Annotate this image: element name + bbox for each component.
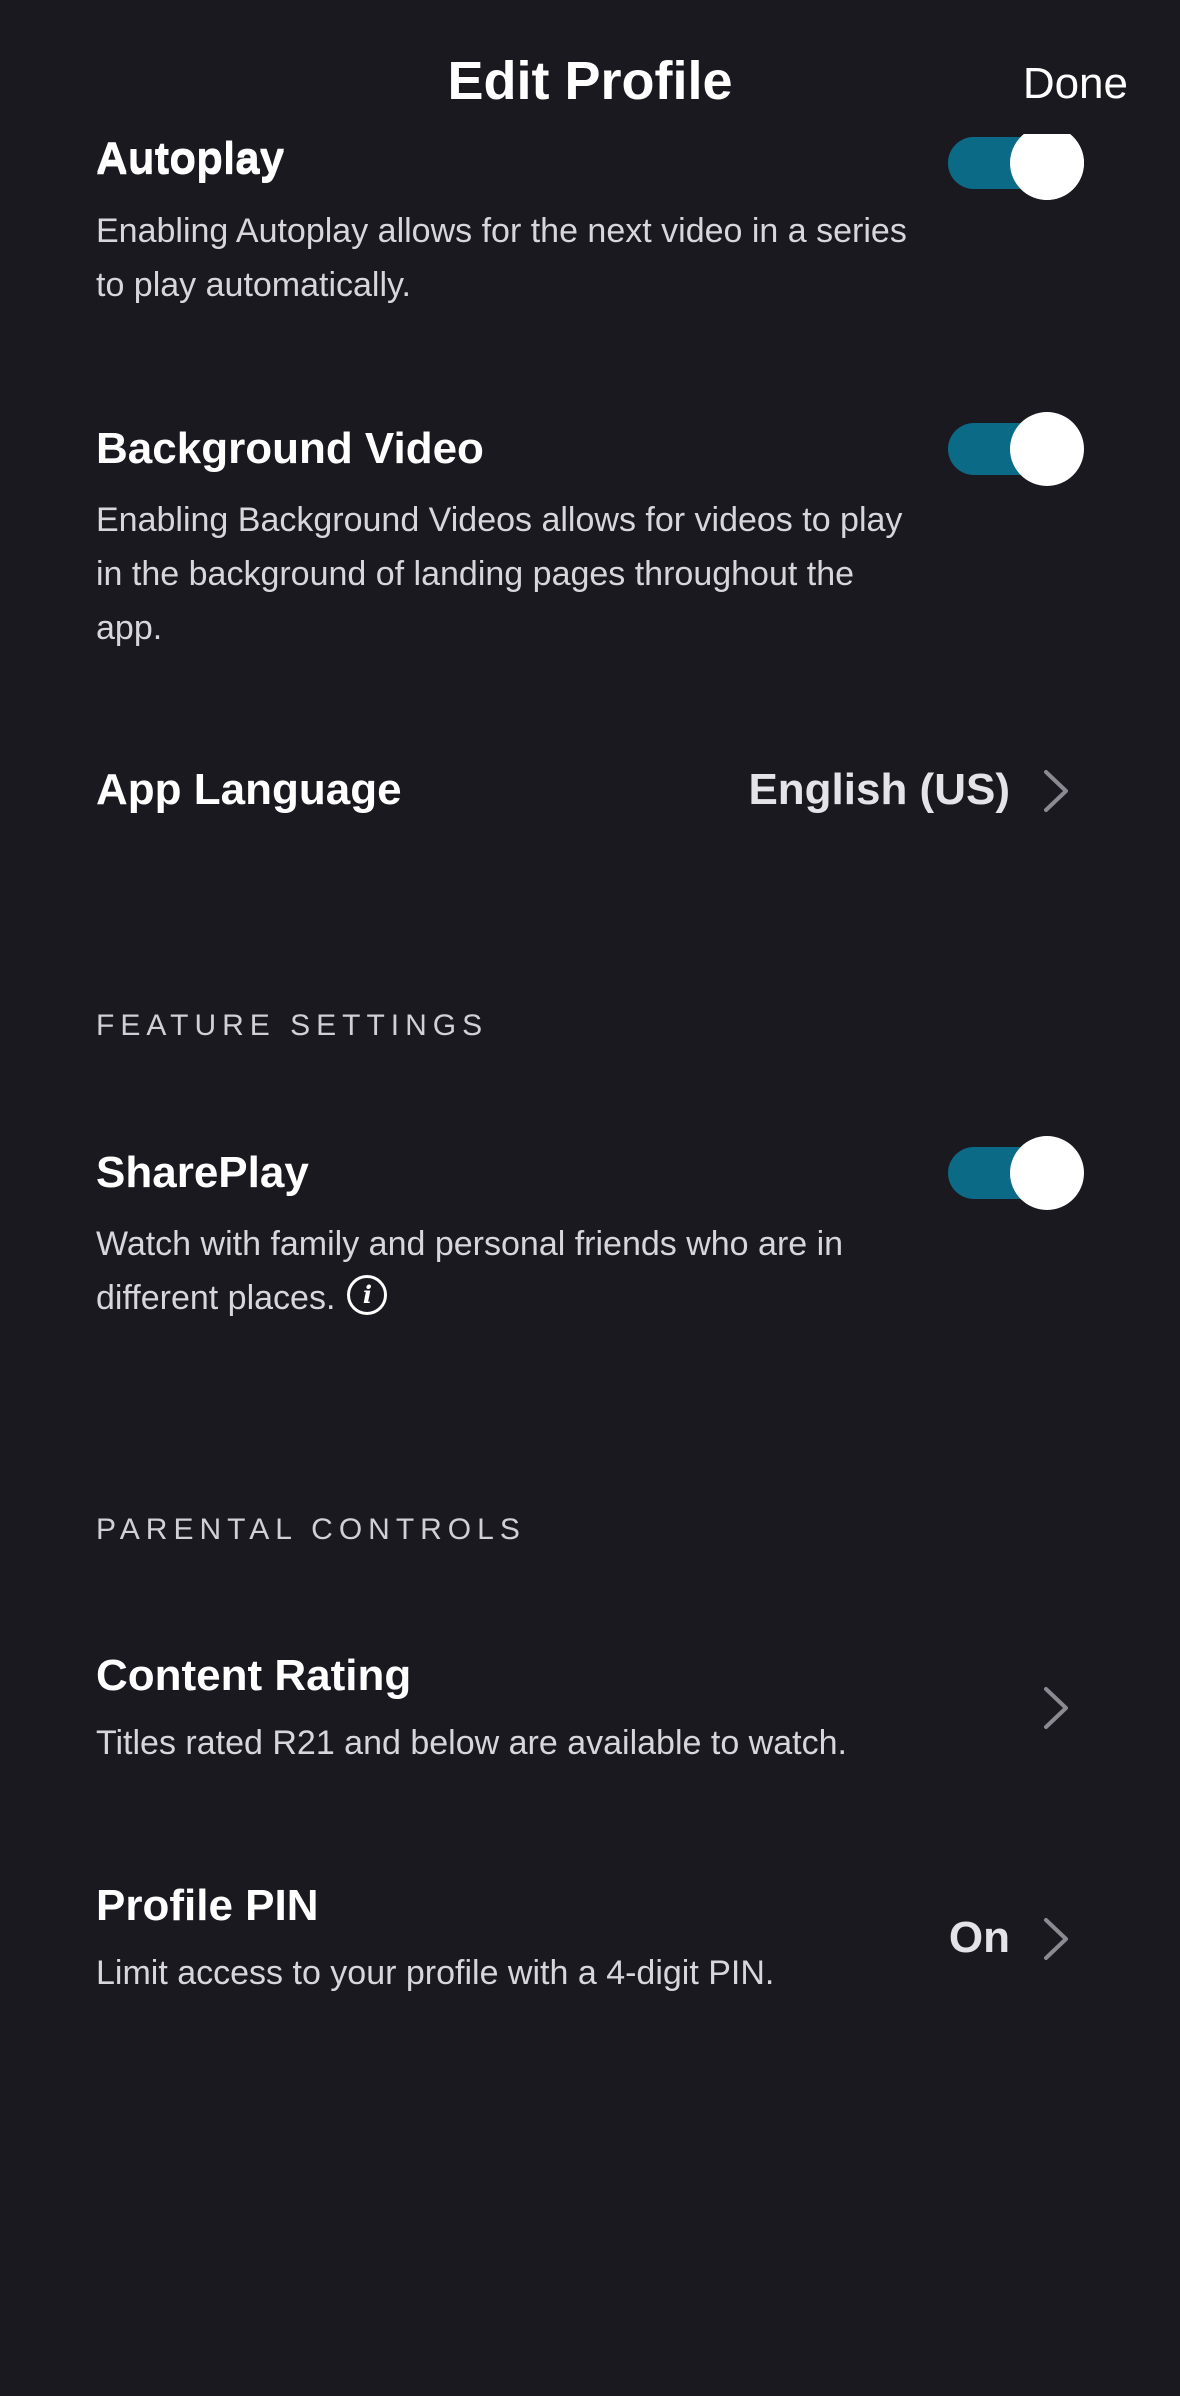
shareplay-description-block: Watch with family and personal friends w… [96, 1217, 926, 1325]
profile-pin-row[interactable]: Profile PIN Limit access to your profile… [0, 1872, 1180, 2012]
profile-pin-description: Limit access to your profile with a 4-di… [96, 1954, 775, 1992]
done-button[interactable]: Done [1023, 56, 1128, 112]
content-rating-description: Titles rated R21 and below are available… [96, 1724, 847, 1762]
content-rating-row[interactable]: Content Rating Titles rated R21 and belo… [0, 1640, 1180, 1780]
background-video-title: Background Video [96, 424, 484, 473]
chevron-right-icon [1038, 1685, 1074, 1731]
shareplay-row: SharePlay Watch with family and personal… [96, 1145, 1096, 1325]
shareplay-toggle[interactable] [948, 1136, 1084, 1210]
app-language-row[interactable]: App Language English (US) [0, 740, 1180, 840]
nav-header: Edit Profile Done [0, 0, 1180, 134]
background-video-toggle[interactable] [948, 412, 1084, 486]
shareplay-toggle-knob [1010, 1136, 1084, 1210]
chevron-right-icon [1038, 1916, 1074, 1962]
parental-controls-header: PARENTAL CONTROLS [96, 1513, 526, 1546]
autoplay-toggle-knob-clip [1010, 134, 1084, 200]
shareplay-title: SharePlay [96, 1148, 309, 1197]
autoplay-description: Enabling Autoplay allows for the next vi… [96, 212, 907, 304]
feature-settings-header: FEATURE SETTINGS [96, 1009, 489, 1042]
background-video-description: Enabling Background Videos allows for vi… [96, 501, 903, 647]
background-video-toggle-knob [1010, 412, 1084, 486]
chevron-right-icon [1038, 768, 1074, 814]
content-rating-title: Content Rating [96, 1651, 412, 1700]
autoplay-title-visible: Autoplay [96, 134, 696, 194]
info-icon[interactable] [347, 1275, 388, 1315]
app-language-value: English (US) [748, 765, 1010, 814]
autoplay-toggle-clip [948, 134, 1084, 200]
page-title: Edit Profile [447, 51, 733, 111]
profile-pin-title: Profile PIN [96, 1881, 319, 1930]
content-rating-text: Content Rating Titles rated R21 and belo… [96, 1648, 996, 1770]
profile-pin-text: Profile PIN Limit access to your profile… [96, 1878, 996, 2000]
app-language-title: App Language [96, 765, 402, 814]
autoplay-title-clip: Autoplay [96, 134, 285, 182]
profile-pin-value: On [948, 1913, 1010, 1962]
background-video-row: Background Video Enabling Background Vid… [96, 421, 1096, 655]
shareplay-description: Watch with family and personal friends w… [96, 1225, 844, 1317]
autoplay-toggle-visible[interactable] [948, 134, 1088, 200]
edit-profile-screen: Autoplay Enabling Autoplay allows for th… [0, 0, 1180, 2396]
